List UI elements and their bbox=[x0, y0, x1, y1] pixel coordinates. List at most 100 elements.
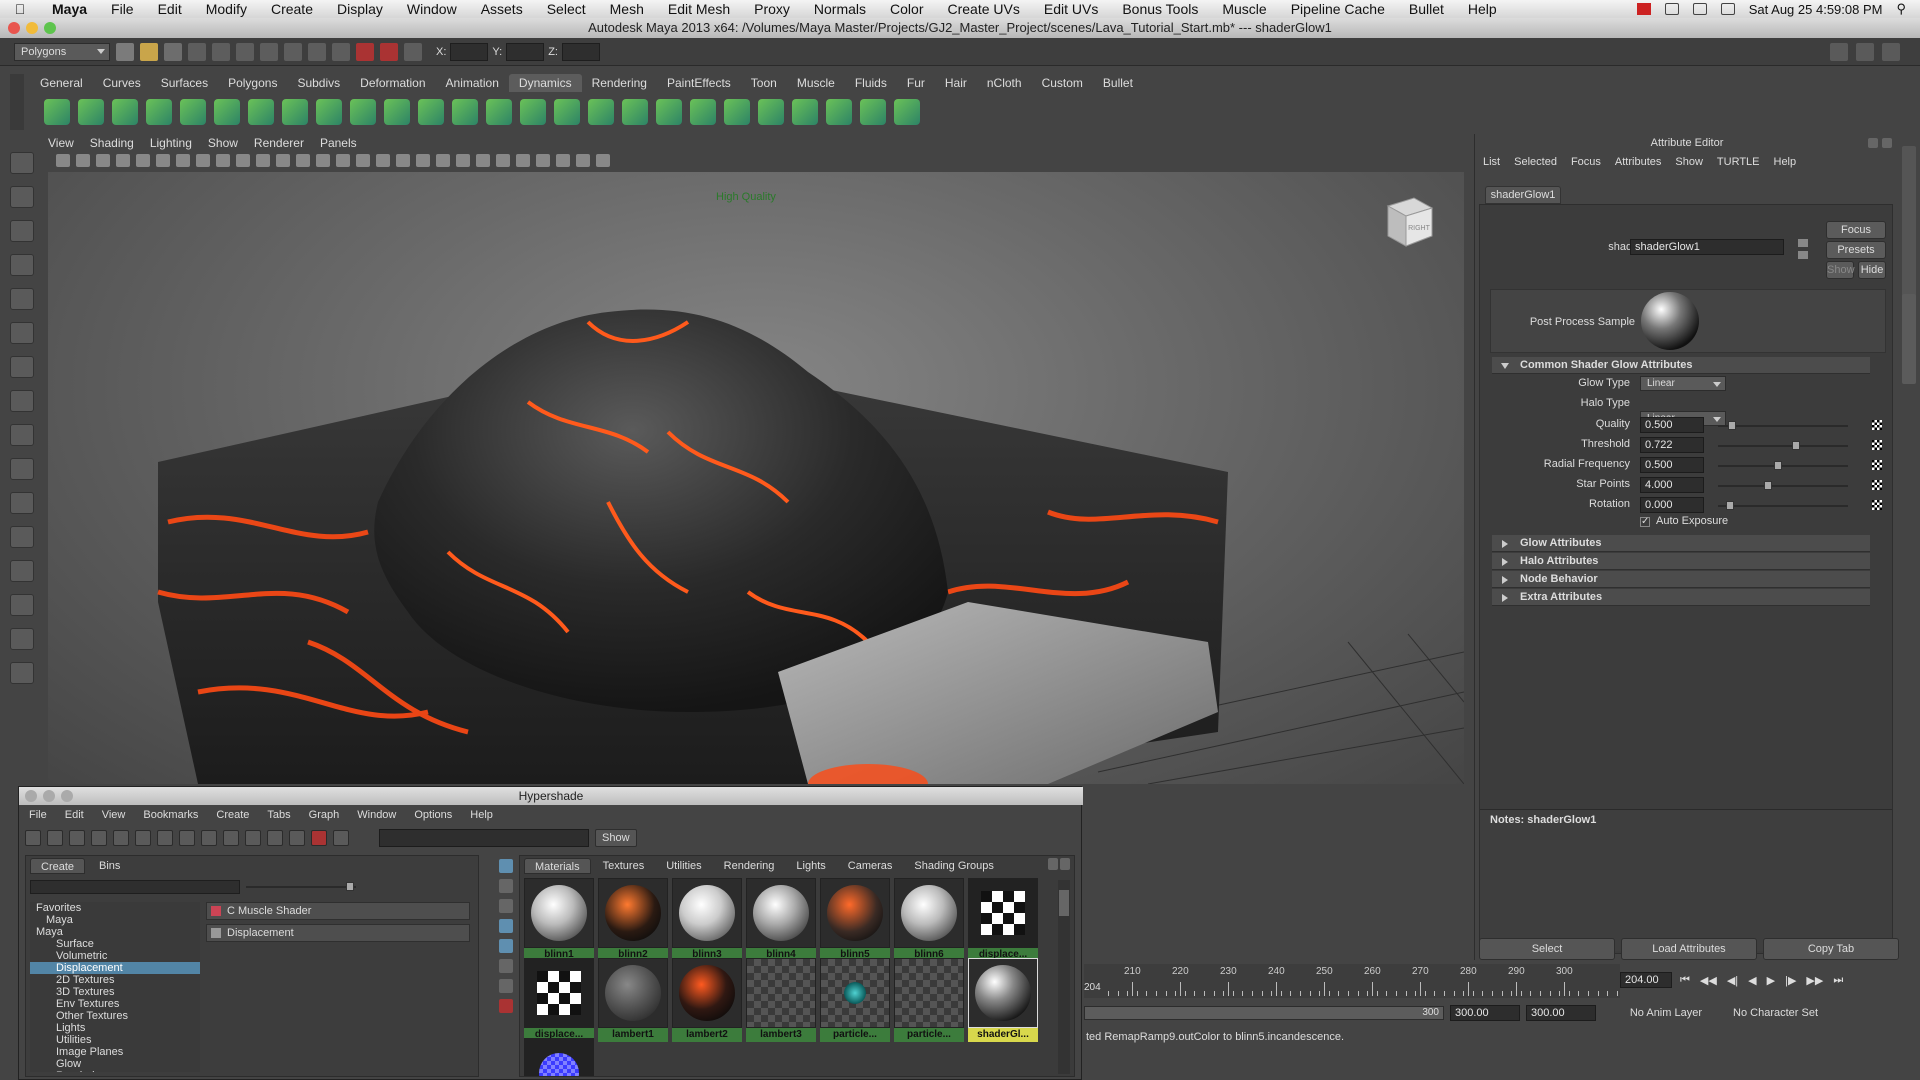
spotlight-icon[interactable]: ⚲ bbox=[1896, 1, 1906, 17]
shelf-tab-rendering[interactable]: Rendering bbox=[582, 74, 657, 92]
shelf-tool-icon[interactable] bbox=[146, 99, 172, 125]
hs-layout-top-icon[interactable] bbox=[47, 830, 63, 846]
hs-menu-file[interactable]: File bbox=[29, 809, 47, 821]
hs-menu-bookmarks[interactable]: Bookmarks bbox=[143, 809, 198, 821]
attr-field-rotation[interactable]: 0.000 bbox=[1640, 497, 1704, 513]
anim-layer-dropdown[interactable]: No Anim Layer bbox=[1602, 1007, 1702, 1019]
shelf-tab-bullet[interactable]: Bullet bbox=[1093, 74, 1143, 92]
hs-minimize-button[interactable] bbox=[43, 790, 55, 802]
hs-clear-graph-icon[interactable] bbox=[157, 830, 173, 846]
viewport-menu-lighting[interactable]: Lighting bbox=[150, 136, 192, 152]
playback-end-field[interactable]: 300.00 bbox=[1526, 1005, 1596, 1021]
shelf-tool-icon[interactable] bbox=[588, 99, 614, 125]
attr-slider-quality[interactable] bbox=[1718, 421, 1848, 430]
shelf-tab-fluids[interactable]: Fluids bbox=[845, 74, 897, 92]
copy-tab-button[interactable]: Copy Tab bbox=[1763, 938, 1899, 960]
menu-edit-uvs[interactable]: Edit UVs bbox=[1032, 1, 1110, 17]
map-button-star-points[interactable] bbox=[1872, 480, 1882, 490]
shelf-tab-subdivs[interactable]: Subdivs bbox=[287, 74, 350, 92]
viewcube[interactable]: RIGHT bbox=[1378, 192, 1438, 252]
current-frame-field[interactable]: 204.00 bbox=[1620, 972, 1672, 988]
map-button-quality[interactable] bbox=[1872, 420, 1882, 430]
hs-zoom-button[interactable] bbox=[61, 790, 73, 802]
shelf-tool-icon[interactable] bbox=[826, 99, 852, 125]
input-connection-icon[interactable] bbox=[1798, 239, 1808, 247]
shelf-tab-curves[interactable]: Curves bbox=[93, 74, 151, 92]
attr-field-radial-frequency[interactable]: 0.500 bbox=[1640, 457, 1704, 473]
shelf-tool-icon[interactable] bbox=[520, 99, 546, 125]
channel-box-toggle-icon[interactable] bbox=[1882, 42, 1900, 61]
menu-display[interactable]: Display bbox=[325, 1, 395, 17]
shelf-tool-icon[interactable] bbox=[792, 99, 818, 125]
shelf-tab-deformation[interactable]: Deformation bbox=[350, 74, 435, 92]
show-button[interactable]: Show bbox=[1826, 261, 1855, 279]
load-attributes-button[interactable]: Load Attributes bbox=[1621, 938, 1757, 960]
hs-tab-left-icon[interactable] bbox=[1048, 858, 1058, 870]
attr-field-star-points[interactable]: 4.000 bbox=[1640, 477, 1704, 493]
hs-menu-tabs[interactable]: Tabs bbox=[267, 809, 290, 821]
ae-tab-shaderglow[interactable]: shaderGlow1 bbox=[1485, 186, 1561, 204]
hs-tab-bins[interactable]: Bins bbox=[89, 858, 130, 874]
layout-persp-icon[interactable] bbox=[10, 526, 34, 548]
shelf-tool-icon[interactable] bbox=[316, 99, 342, 125]
viewport-tool-icon[interactable] bbox=[236, 154, 250, 167]
wifi-icon[interactable] bbox=[1692, 3, 1707, 15]
shelf-tool-icon[interactable] bbox=[214, 99, 240, 125]
swatch-displace[interactable]: displace... bbox=[524, 958, 594, 1042]
hs-graph-icon[interactable] bbox=[135, 830, 151, 846]
viewport-tool-icon[interactable] bbox=[296, 154, 310, 167]
display-icon[interactable] bbox=[1664, 3, 1679, 15]
menu-window[interactable]: Window bbox=[395, 1, 469, 17]
menu-bullet[interactable]: Bullet bbox=[1397, 1, 1456, 17]
glow-type-dropdown[interactable]: Linear bbox=[1640, 376, 1726, 391]
tree-item-volumetric[interactable]: Volumetric bbox=[30, 950, 200, 962]
attribute-editor-toggle-icon[interactable] bbox=[1830, 42, 1848, 61]
menu-file[interactable]: File bbox=[99, 1, 146, 17]
y-field[interactable] bbox=[506, 42, 545, 61]
tree-item-image-planes[interactable]: Image Planes bbox=[30, 1046, 200, 1058]
step-forward-key-icon[interactable]: ▶▶ bbox=[1806, 974, 1823, 987]
swatch-lambert2[interactable]: lambert2 bbox=[672, 958, 742, 1042]
viewport-tool-icon[interactable] bbox=[536, 154, 550, 167]
map-button-radial-frequency[interactable] bbox=[1872, 460, 1882, 470]
menu-mesh[interactable]: Mesh bbox=[598, 1, 656, 17]
range-end-field[interactable]: 300.00 bbox=[1450, 1005, 1520, 1021]
hs-tab-right-icon[interactable] bbox=[1060, 858, 1070, 870]
create-type-displacement[interactable]: Displacement bbox=[206, 924, 470, 942]
swatch-particle[interactable]: particle... bbox=[894, 958, 964, 1042]
step-forward-frame-icon[interactable]: |▶ bbox=[1785, 974, 1796, 987]
hs-input-connections-icon[interactable] bbox=[179, 830, 195, 846]
tree-item-3d-textures[interactable]: 3D Textures bbox=[30, 986, 200, 998]
move-tool-icon[interactable] bbox=[10, 254, 34, 276]
ae-menu-turtle[interactable]: TURTLE bbox=[1717, 156, 1760, 168]
swatch-partial[interactable] bbox=[524, 1038, 594, 1076]
viewport-tool-icon[interactable] bbox=[56, 154, 70, 167]
go-to-start-icon[interactable]: ⏮ bbox=[1680, 974, 1690, 987]
attr-slider-rotation[interactable] bbox=[1718, 501, 1848, 510]
hs-side-icon-5[interactable] bbox=[499, 939, 513, 953]
viewport-menu-shading[interactable]: Shading bbox=[90, 136, 134, 152]
viewport-tool-icon[interactable] bbox=[216, 154, 230, 167]
ae-menu-help[interactable]: Help bbox=[1774, 156, 1797, 168]
create-type-c-muscle-shader[interactable]: C Muscle Shader bbox=[206, 902, 470, 920]
hs-tab-textures[interactable]: Textures bbox=[593, 858, 655, 874]
ae-menu-attributes[interactable]: Attributes bbox=[1615, 156, 1661, 168]
viewport-tool-icon[interactable] bbox=[96, 154, 110, 167]
viewport-menu-panels[interactable]: Panels bbox=[320, 136, 357, 152]
swatch-lambert1[interactable]: lambert1 bbox=[598, 958, 668, 1042]
hs-side-icon-2[interactable] bbox=[499, 879, 513, 893]
tool-settings-toggle-icon[interactable] bbox=[1856, 42, 1874, 61]
character-set-dropdown[interactable]: No Character Set bbox=[1708, 1007, 1818, 1019]
menu-help[interactable]: Help bbox=[1456, 1, 1509, 17]
viewport-tool-icon[interactable] bbox=[576, 154, 590, 167]
minimize-window-button[interactable] bbox=[26, 22, 38, 34]
hs-layout-bottom-icon[interactable] bbox=[69, 830, 85, 846]
menu-bonus-tools[interactable]: Bonus Tools bbox=[1110, 1, 1210, 17]
tree-item-displacement[interactable]: Displacement bbox=[30, 962, 200, 974]
viewport-menu-view[interactable]: View bbox=[48, 136, 74, 152]
hs-tab-materials[interactable]: Materials bbox=[524, 858, 591, 874]
viewport-tool-icon[interactable] bbox=[356, 154, 370, 167]
viewport-tool-icon[interactable] bbox=[256, 154, 270, 167]
ae-menu-focus[interactable]: Focus bbox=[1571, 156, 1601, 168]
attribute-editor-side-tab[interactable] bbox=[1902, 294, 1916, 384]
